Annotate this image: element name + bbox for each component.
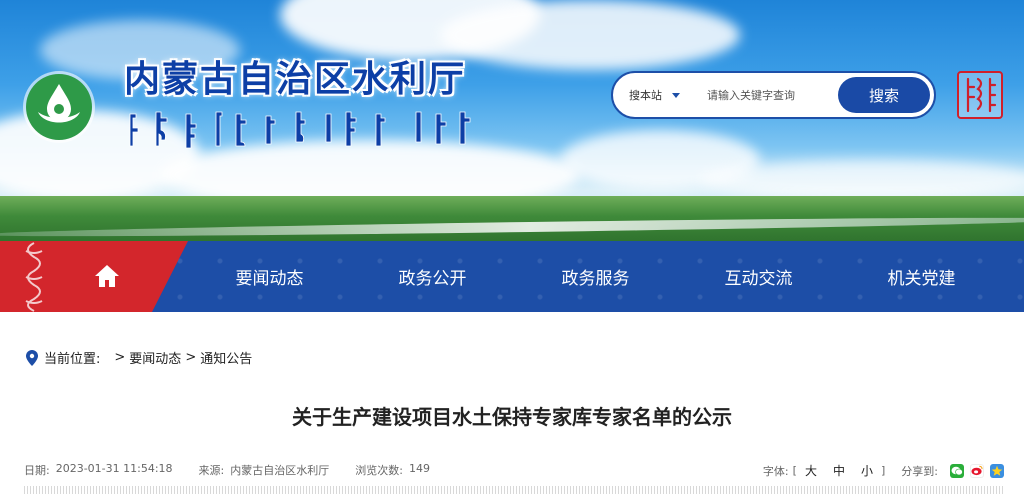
search-button[interactable]: 搜索 <box>838 77 930 113</box>
logo-icon <box>28 76 90 138</box>
nav-item-government-services[interactable]: 政务服务 <box>514 241 677 312</box>
breadcrumb: 当前位置: > 要闻动态 > 通知公告 <box>26 348 252 367</box>
location-pin-icon <box>26 349 38 366</box>
site-title: 内蒙古自治区水利厅 <box>124 59 467 100</box>
main-navigation: 要闻动态 政务公开 政务服务 互动交流 机关党建 <box>0 241 1024 312</box>
breadcrumb-link-notices[interactable]: 通知公告 <box>200 348 252 367</box>
wechat-icon <box>951 466 963 475</box>
font-size-label: 字体: <box>762 464 789 478</box>
article-source: 来源: 内蒙古自治区水利厅 <box>199 462 330 478</box>
views-label: 浏览次数: <box>355 464 403 477</box>
breadcrumb-separator: > <box>185 350 197 365</box>
source-value: 内蒙古自治区水利厅 <box>230 464 330 477</box>
search-scope-label: 搜本站 <box>629 89 662 102</box>
caret-down-icon <box>672 92 680 98</box>
nav-item-interaction[interactable]: 互动交流 <box>677 241 840 312</box>
search-bar: 搜本站 搜索 <box>611 71 936 119</box>
breadcrumb-link-news[interactable]: 要闻动态 <box>129 348 181 367</box>
bracket-open: [ <box>792 464 797 477</box>
home-icon <box>95 265 119 287</box>
nav-item-news[interactable]: 要闻动态 <box>188 241 351 312</box>
nav-item-party-building[interactable]: 机关党建 <box>840 241 1003 312</box>
date-label: 日期: <box>24 464 50 477</box>
qzone-star-icon <box>991 465 1003 476</box>
article-meta: 日期: 2023-01-31 11:54:18 来源: 内蒙古自治区水利厅 浏览… <box>24 460 1004 480</box>
weibo-icon <box>971 465 983 476</box>
mongolian-seal <box>957 71 1003 119</box>
meta-divider <box>24 486 1004 494</box>
article-tools: 字体: [ 大 中 小 ] 分享到: <box>763 462 1004 479</box>
date-value: 2023-01-31 11:54:18 <box>55 462 173 475</box>
view-count: 浏览次数: 149 <box>355 462 430 478</box>
nav-item-government-affairs[interactable]: 政务公开 <box>351 241 514 312</box>
source-label: 来源: <box>198 464 225 477</box>
font-size-small-button[interactable]: 小 <box>861 462 873 479</box>
search-scope-select[interactable]: 搜本站 <box>629 87 691 103</box>
qzone-share-icon[interactable] <box>990 463 1004 478</box>
search-input[interactable] <box>707 88 845 102</box>
breadcrumb-prefix: 当前位置: <box>44 352 101 367</box>
font-size-large-button[interactable]: 大 <box>805 462 817 479</box>
nav-items: 要闻动态 政务公开 政务服务 互动交流 机关党建 <box>188 241 1024 312</box>
font-size-medium-button[interactable]: 中 <box>833 462 845 479</box>
weibo-share-icon[interactable] <box>970 463 984 478</box>
views-value: 149 <box>408 462 430 475</box>
mongolian-script-title <box>129 111 471 149</box>
share-label: 分享到: <box>901 464 938 478</box>
seal-icon <box>966 77 997 113</box>
wechat-share-icon[interactable] <box>950 463 964 478</box>
water-drop-logo[interactable] <box>26 74 92 140</box>
ornament-icon <box>25 242 43 312</box>
article-title: 关于生产建设项目水土保持专家库专家名单的公示 <box>292 405 732 429</box>
cloud-decoration <box>440 0 740 70</box>
breadcrumb-separator: > <box>114 350 126 365</box>
publish-date: 日期: 2023-01-31 11:54:18 <box>24 462 173 478</box>
header-banner: 内蒙古自治区水利厅 搜本站 搜索 <box>0 0 1024 243</box>
cloud-decoration <box>700 160 1024 200</box>
bracket-close: ] <box>880 464 886 477</box>
